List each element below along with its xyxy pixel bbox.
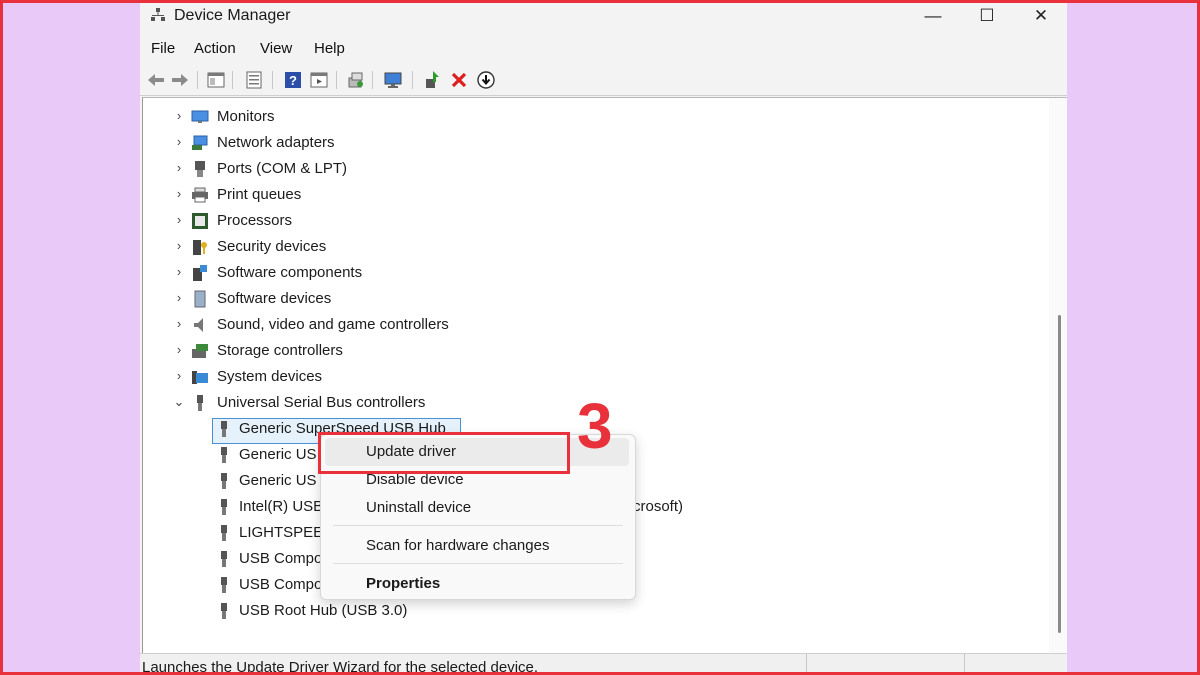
software-device-icon xyxy=(194,290,206,308)
chevron-right-icon[interactable]: › xyxy=(173,186,185,201)
usb-plug-icon xyxy=(221,577,227,593)
tree-label: Universal Serial Bus controllers xyxy=(217,394,426,411)
usb-plug-icon xyxy=(221,603,227,619)
toolbar-separator xyxy=(232,71,233,89)
tree-label: Sound, video and game controllers xyxy=(217,316,449,333)
chevron-right-icon[interactable]: › xyxy=(173,368,185,383)
speaker-icon xyxy=(194,318,203,332)
tree-label: Generic US xyxy=(239,446,317,463)
toolbar-separator xyxy=(272,71,273,89)
toolbar-separator xyxy=(412,71,413,89)
tree-label: Generic US xyxy=(239,472,317,489)
tree-label: USB Root Hub (USB 3.0) xyxy=(239,602,408,619)
back-icon[interactable] xyxy=(146,70,166,90)
tree-label: Network adapters xyxy=(217,134,335,151)
tree-label: Intel(R) USB xyxy=(239,498,324,515)
tree-label: Print queues xyxy=(217,186,302,203)
chevron-right-icon[interactable]: › xyxy=(173,134,185,149)
ctx-properties[interactable]: Properties xyxy=(366,575,440,592)
update-driver-icon[interactable] xyxy=(423,70,443,90)
uninstall-icon[interactable] xyxy=(449,70,469,90)
vertical-scrollbar-thumb[interactable] xyxy=(1058,315,1061,633)
printer-icon xyxy=(192,187,208,203)
properties-icon[interactable] xyxy=(244,70,264,90)
status-divider xyxy=(964,654,965,675)
chevron-down-icon[interactable]: ⌄ xyxy=(173,394,185,410)
context-menu-separator xyxy=(333,525,623,526)
security-device-icon xyxy=(193,240,207,255)
device-manager-icon xyxy=(151,8,165,21)
toolbar-separator xyxy=(197,71,198,89)
port-icon xyxy=(195,161,205,177)
annotation-step-number: 3 xyxy=(577,390,613,462)
menu-bar: File Action View Help xyxy=(140,35,1067,63)
ctx-scan-hardware[interactable]: Scan for hardware changes xyxy=(366,537,549,554)
chevron-right-icon[interactable]: › xyxy=(173,264,185,279)
processor-icon xyxy=(192,213,208,229)
context-menu-separator xyxy=(333,563,623,564)
chevron-right-icon[interactable]: › xyxy=(173,160,185,175)
scan-hardware-icon[interactable] xyxy=(346,70,366,90)
title-bar: Device Manager — ☐ ✕ xyxy=(140,3,1067,33)
status-bar: Launches the Update Driver Wizard for th… xyxy=(140,653,1067,675)
svg-text:?: ? xyxy=(289,73,297,88)
close-button[interactable]: ✕ xyxy=(1018,3,1064,31)
menu-help[interactable]: Help xyxy=(314,40,345,57)
network-adapter-icon xyxy=(192,135,208,150)
chevron-right-icon[interactable]: › xyxy=(173,342,185,357)
toolbar: ? xyxy=(140,65,1067,96)
usb-plug-icon xyxy=(221,551,227,567)
tree-label: Monitors xyxy=(217,108,275,125)
system-device-icon xyxy=(192,371,208,384)
usb-icon xyxy=(197,395,203,411)
show-hide-console-tree-icon[interactable] xyxy=(206,70,226,90)
monitor-icon[interactable] xyxy=(383,70,403,90)
ctx-uninstall-device[interactable]: Uninstall device xyxy=(366,499,471,516)
tree-label: Software devices xyxy=(217,290,332,307)
usb-plug-icon xyxy=(221,421,227,437)
menu-view[interactable]: View xyxy=(260,40,292,57)
status-divider xyxy=(806,654,807,675)
usb-plug-icon xyxy=(221,499,227,515)
monitor-icon xyxy=(191,110,209,123)
window-title: Device Manager xyxy=(174,7,291,24)
tree-label: LIGHTSPEE xyxy=(239,524,324,541)
tree-label: Ports (COM & LPT) xyxy=(217,160,348,177)
tree-label: Security devices xyxy=(217,238,327,255)
action-pane-icon[interactable] xyxy=(309,70,329,90)
tree-label: USB Compo xyxy=(239,576,323,593)
chevron-right-icon[interactable]: › xyxy=(173,316,185,331)
menu-file[interactable]: File xyxy=(151,40,175,57)
chevron-right-icon[interactable]: › xyxy=(173,290,185,305)
tree-label-suffix: crosoft) xyxy=(633,498,684,515)
usb-plug-icon xyxy=(221,473,227,489)
forward-icon[interactable] xyxy=(170,70,190,90)
storage-controller-icon xyxy=(192,344,208,358)
tree-label: Software components xyxy=(217,264,363,281)
usb-plug-icon xyxy=(221,525,227,541)
minimize-button[interactable]: — xyxy=(910,3,956,31)
toolbar-separator xyxy=(336,71,337,89)
menu-action[interactable]: Action xyxy=(194,40,236,57)
software-component-icon xyxy=(193,265,207,281)
annotation-highlight-box xyxy=(318,432,570,474)
tree-label: USB Compo xyxy=(239,550,323,567)
usb-plug-icon xyxy=(221,447,227,463)
download-icon[interactable] xyxy=(476,70,496,90)
tree-label: Storage controllers xyxy=(217,342,343,359)
tree-label: System devices xyxy=(217,368,323,385)
chevron-right-icon[interactable]: › xyxy=(173,108,185,123)
status-text: Launches the Update Driver Wizard for th… xyxy=(142,659,539,675)
tree-label: Processors xyxy=(217,212,293,229)
chevron-right-icon[interactable]: › xyxy=(173,238,185,253)
help-icon[interactable]: ? xyxy=(283,70,303,90)
chevron-right-icon[interactable]: › xyxy=(173,212,185,227)
toolbar-separator xyxy=(372,71,373,89)
maximize-button[interactable]: ☐ xyxy=(964,3,1010,31)
